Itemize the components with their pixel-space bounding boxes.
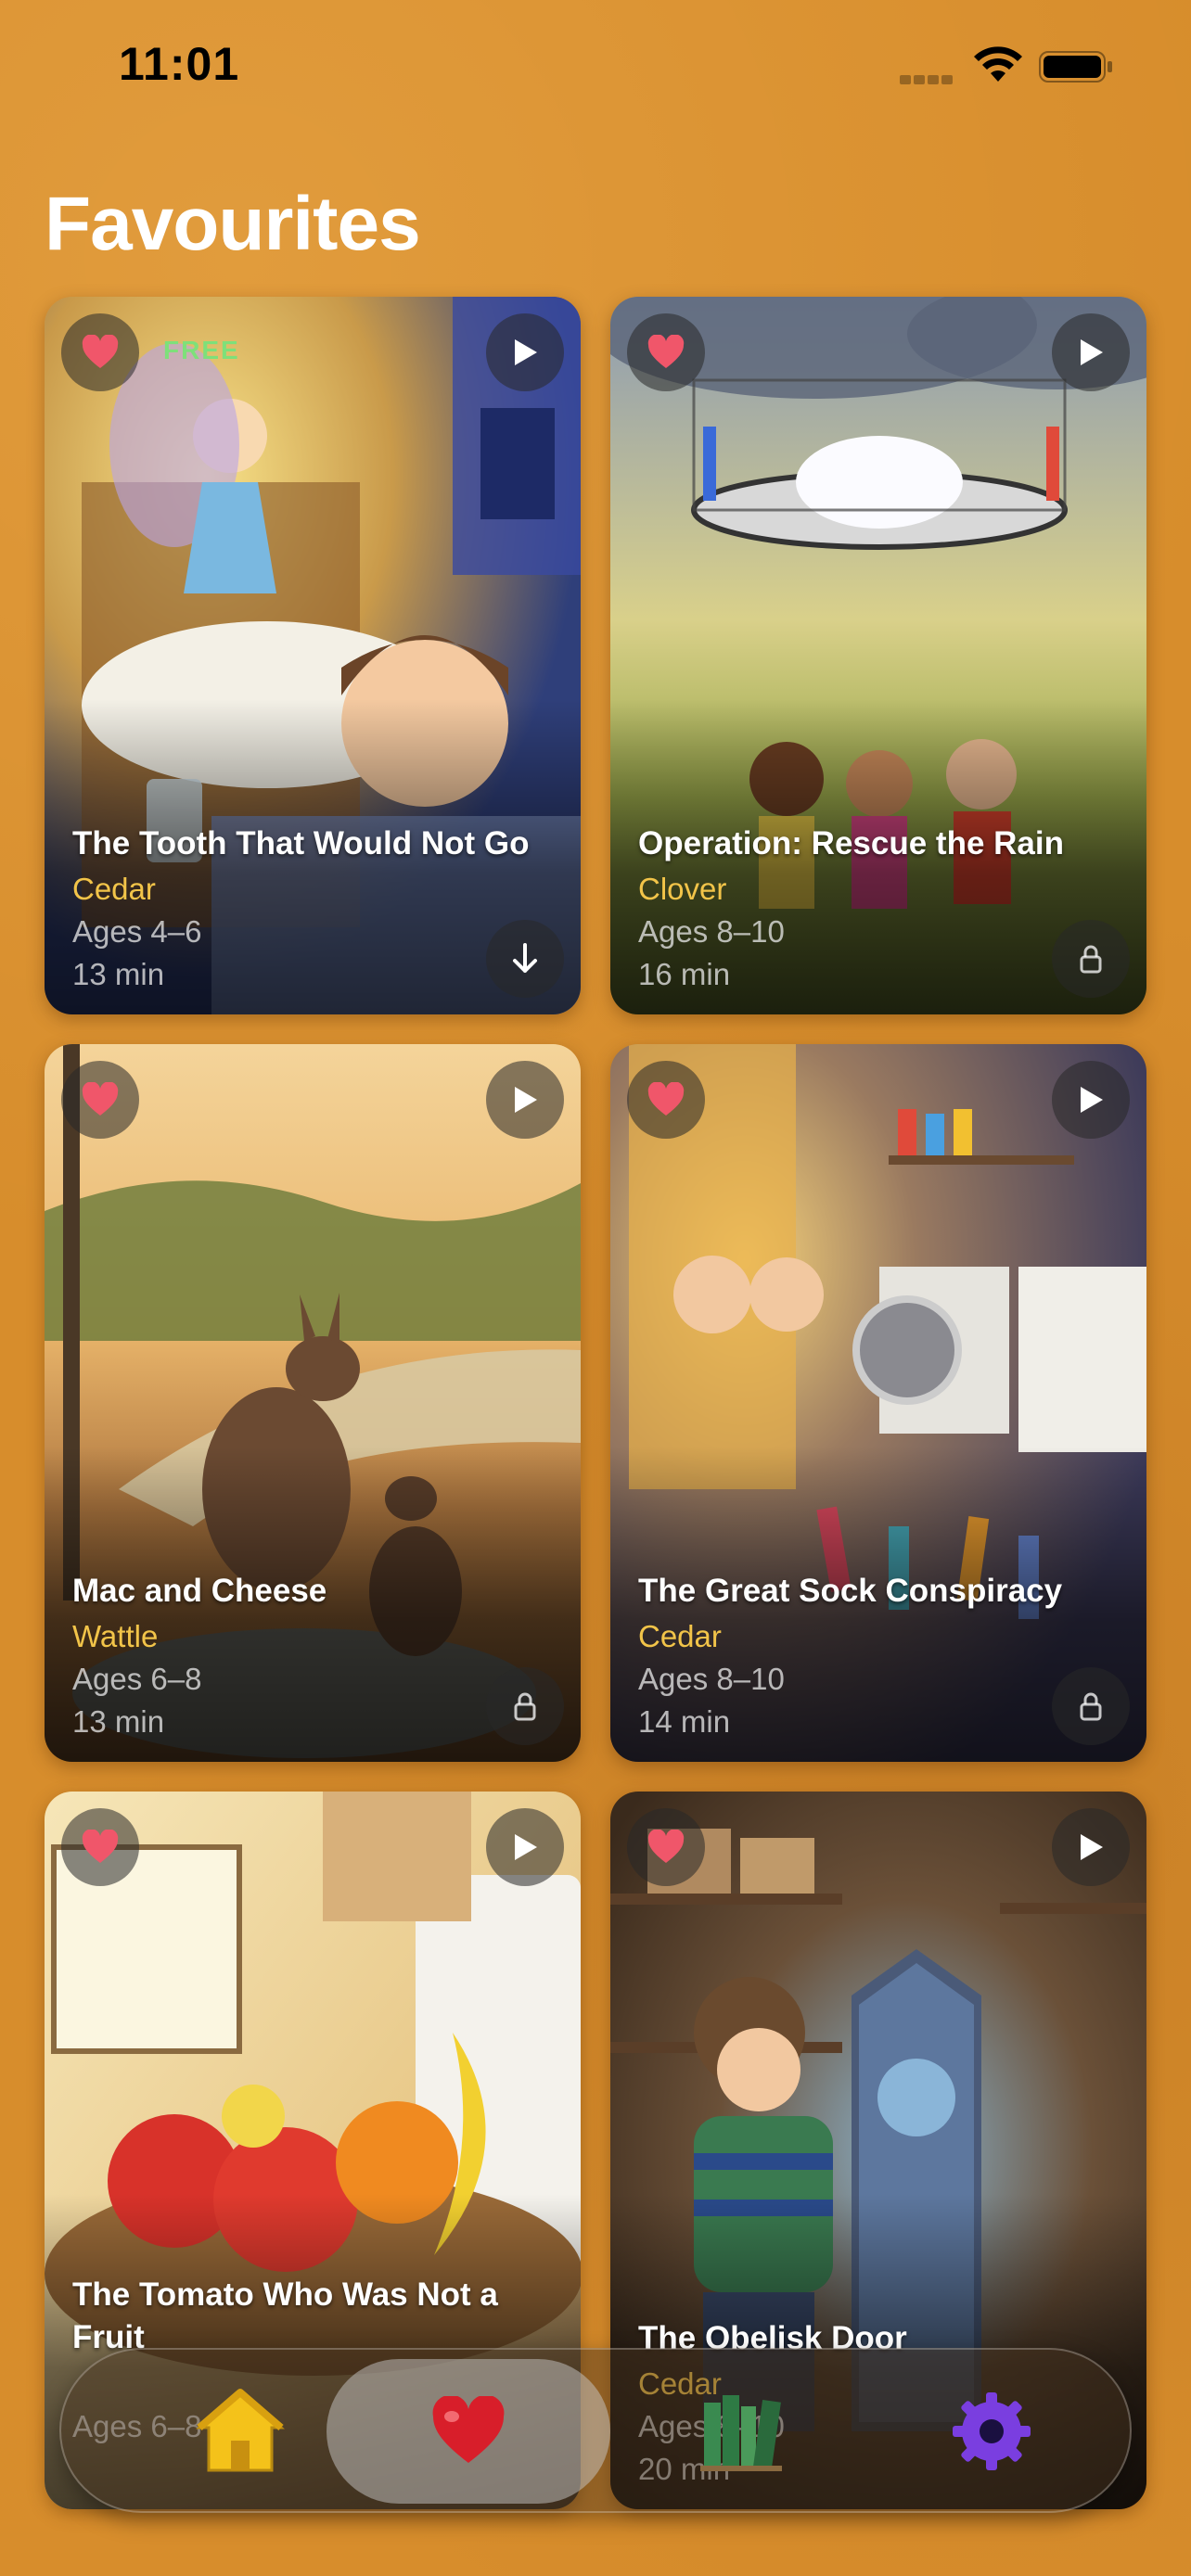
story-series: Wattle: [72, 1619, 159, 1653]
story-series: Cedar: [72, 872, 156, 906]
play-icon: [1081, 339, 1103, 365]
story-duration: 13 min: [72, 1704, 165, 1739]
house-icon: [195, 2389, 286, 2472]
story-title: The Tooth That Would Not Go: [72, 825, 530, 861]
story-title: The Great Sock Conspiracy: [638, 1573, 1063, 1609]
tab-bar: [59, 2348, 1132, 2513]
story-ages: Ages 8–10: [638, 1662, 785, 1696]
heart-icon: [647, 335, 685, 368]
favourite-button[interactable]: [627, 1808, 705, 1886]
gear-icon: [953, 2392, 1031, 2470]
locked-indicator: [1052, 1667, 1130, 1745]
tab-settings[interactable]: [850, 2359, 1133, 2504]
free-badge: FREE: [163, 336, 240, 364]
locked-indicator: [486, 1667, 564, 1745]
story-ages: Ages 8–10: [638, 914, 785, 949]
favourite-button[interactable]: [627, 313, 705, 391]
wifi-icon: [974, 46, 1022, 82]
story-duration: 14 min: [638, 1704, 731, 1739]
story-duration: 13 min: [72, 957, 165, 991]
books-icon: [700, 2395, 782, 2471]
play-button[interactable]: [1052, 1808, 1130, 1886]
story-card[interactable]: FREE The Tooth That Would Not Go Cedar A…: [45, 297, 581, 1014]
heart-icon: [82, 1830, 119, 1863]
heart-icon: [647, 1082, 685, 1116]
heart-icon: [432, 2396, 505, 2463]
cellular-signal-icon: [900, 72, 957, 84]
play-button[interactable]: [486, 313, 564, 391]
status-time: 11:01: [119, 38, 240, 90]
tab-library[interactable]: [599, 2359, 883, 2504]
page-title: Favourites: [45, 182, 421, 266]
play-button[interactable]: [1052, 1061, 1130, 1139]
story-title: Operation: Rescue the Rain: [638, 825, 1064, 861]
heart-icon: [647, 1830, 685, 1863]
story-card[interactable]: Mac and Cheese Wattle Ages 6–8 13 min: [45, 1044, 581, 1762]
lock-icon: [514, 1692, 536, 1721]
favourite-button[interactable]: [61, 1061, 139, 1139]
story-title: Mac and Cheese: [72, 1573, 327, 1609]
heart-icon: [82, 335, 119, 368]
play-icon: [515, 1834, 537, 1860]
favourite-button[interactable]: [61, 313, 139, 391]
story-card[interactable]: Operation: Rescue the Rain Clover Ages 8…: [610, 297, 1146, 1014]
battery-icon: [1039, 51, 1112, 83]
lock-icon: [1080, 945, 1102, 974]
play-button[interactable]: [1052, 313, 1130, 391]
play-button[interactable]: [486, 1061, 564, 1139]
favourite-button[interactable]: [61, 1808, 139, 1886]
heart-icon: [82, 1082, 119, 1116]
favourite-button[interactable]: [627, 1061, 705, 1139]
story-ages: Ages 6–8: [72, 1662, 202, 1696]
play-button[interactable]: [486, 1808, 564, 1886]
story-series: Cedar: [638, 1619, 722, 1653]
story-ages: Ages 4–6: [72, 914, 202, 949]
locked-indicator: [1052, 920, 1130, 998]
tab-favourites[interactable]: [327, 2359, 610, 2504]
play-icon: [1081, 1087, 1103, 1113]
story-card[interactable]: The Great Sock Conspiracy Cedar Ages 8–1…: [610, 1044, 1146, 1762]
story-duration: 16 min: [638, 957, 731, 991]
status-bar: 11:01: [0, 0, 1191, 139]
play-icon: [515, 339, 537, 365]
download-button[interactable]: [486, 920, 564, 998]
download-icon: [513, 943, 537, 973]
lock-icon: [1080, 1692, 1102, 1721]
play-icon: [515, 1087, 537, 1113]
story-series: Clover: [638, 872, 727, 906]
story-title: The Tomato Who Was Not a Fruit: [72, 2276, 498, 2355]
play-icon: [1081, 1834, 1103, 1860]
